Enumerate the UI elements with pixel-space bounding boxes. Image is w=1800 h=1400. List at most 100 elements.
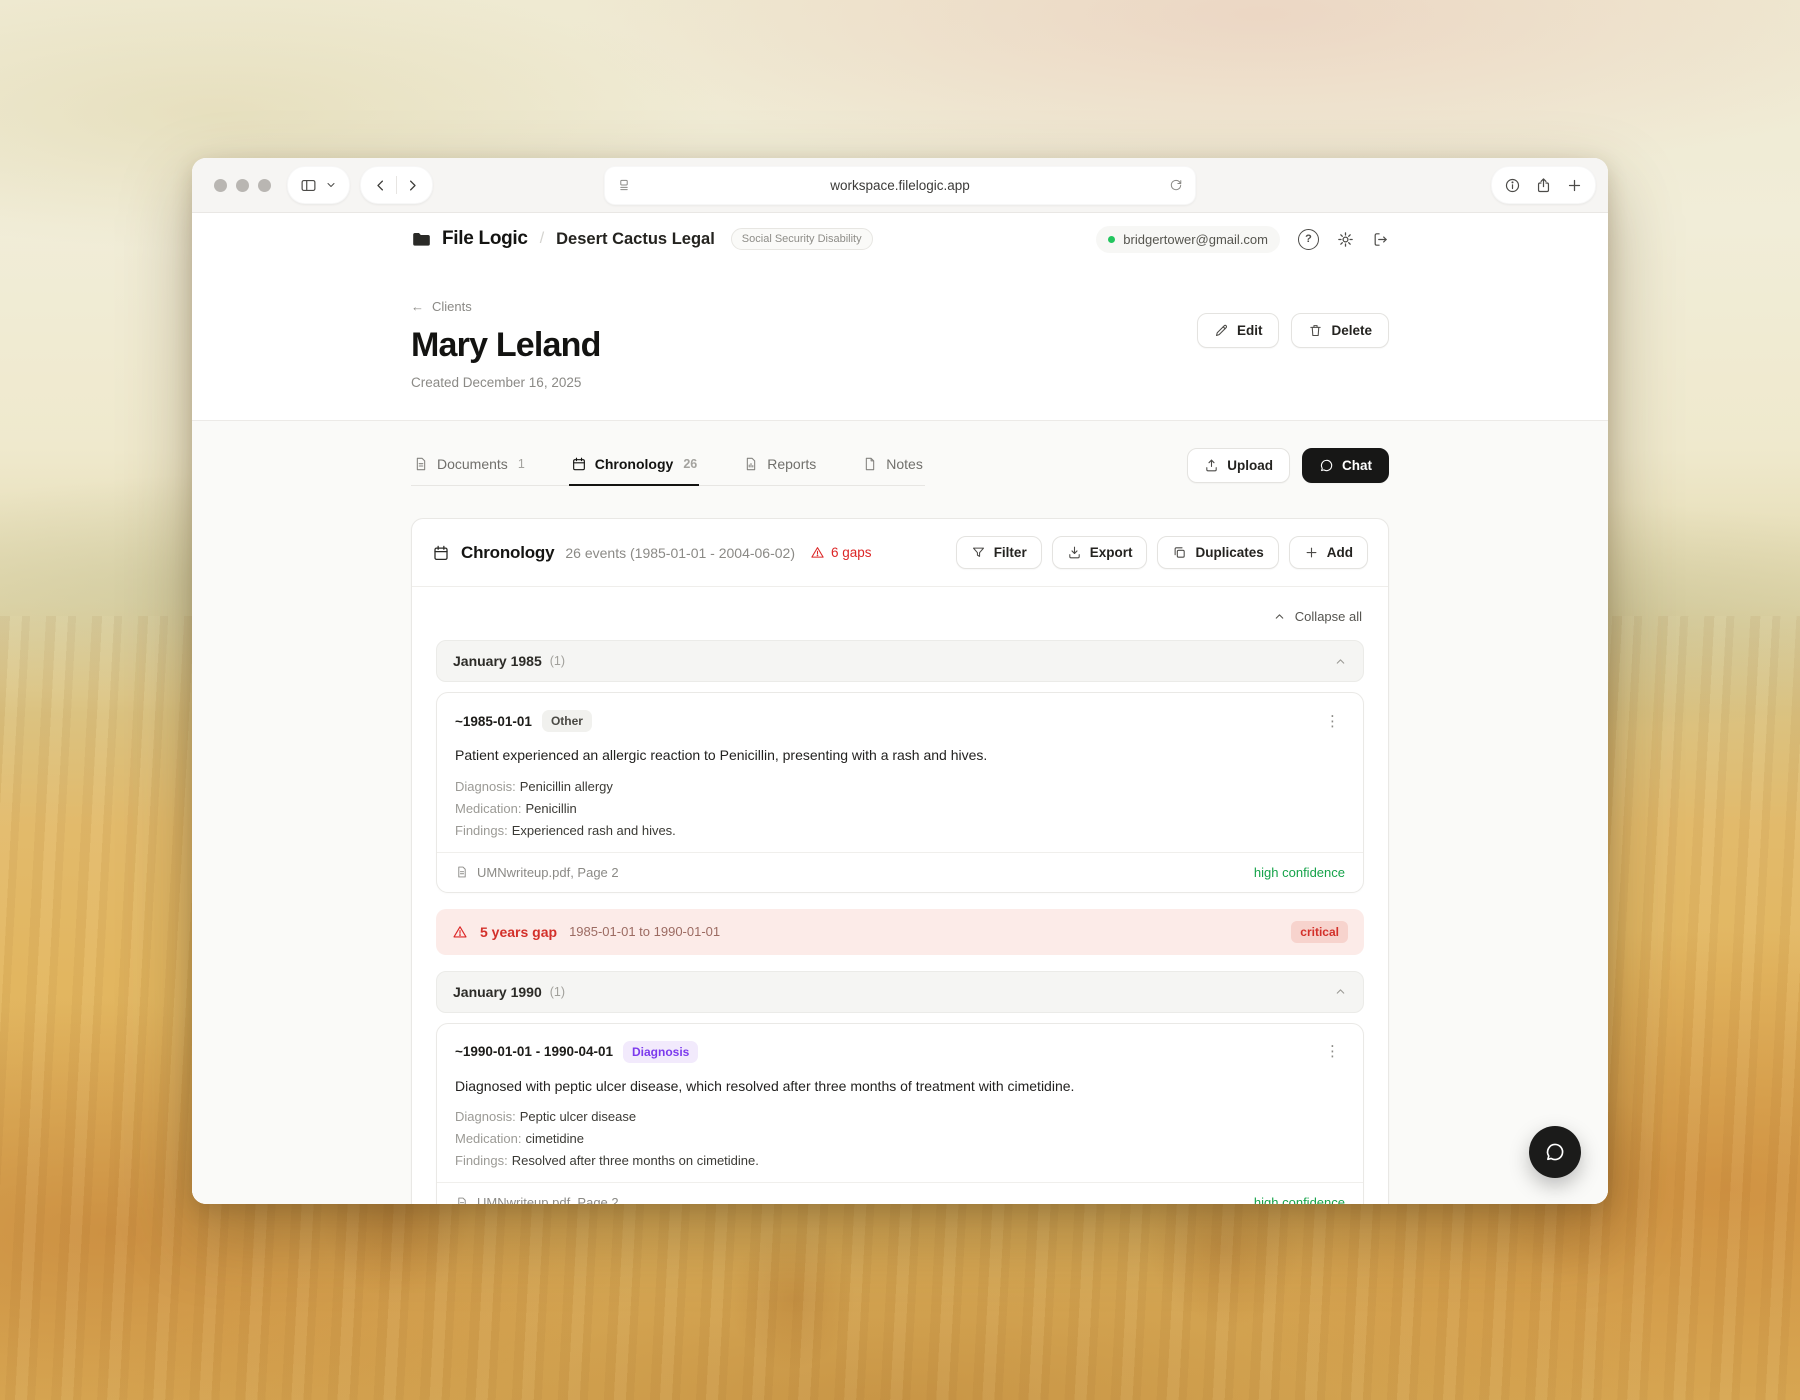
delete-button[interactable]: Delete <box>1291 313 1389 348</box>
sidebar-toggle-icon[interactable] <box>300 177 317 194</box>
timeline: Collapse all January 1985 (1) ~1985-01-0… <box>412 587 1388 1204</box>
window-close-button[interactable] <box>214 179 227 192</box>
event-date: ~1985-01-01 <box>455 714 532 729</box>
tabs-row: Documents 1 Chronology 26 Reports N <box>411 445 1389 486</box>
window-minimize-button[interactable] <box>236 179 249 192</box>
event-type-badge: Other <box>542 710 592 732</box>
page-head-section: ← Clients Mary Leland Created December 1… <box>192 265 1608 421</box>
kebab-menu-icon[interactable]: ⋮ <box>1321 712 1345 731</box>
trash-icon <box>1308 323 1323 338</box>
created-date: Created December 16, 2025 <box>411 375 601 390</box>
back-link-label: Clients <box>432 299 472 314</box>
address-bar[interactable]: workspace.filelogic.app <box>604 166 1196 205</box>
tab-notes[interactable]: Notes <box>860 445 925 485</box>
new-tab-icon[interactable] <box>1566 177 1583 194</box>
chevron-up-icon <box>1273 610 1286 623</box>
gear-icon[interactable] <box>1337 231 1354 248</box>
note-icon <box>862 456 878 472</box>
gap-alert: 5 years gap 1985-01-01 to 1990-01-01 cri… <box>436 909 1364 955</box>
chat-fab-button[interactable] <box>1529 1126 1581 1178</box>
event-type-badge: Diagnosis <box>623 1041 698 1063</box>
tab-documents[interactable]: Documents 1 <box>411 445 527 485</box>
content-region: Documents 1 Chronology 26 Reports N <box>192 421 1608 1204</box>
download-icon <box>1067 545 1082 560</box>
events-summary: 26 events (1985-01-01 - 2004-06-02) <box>565 545 795 561</box>
tab-actions: Upload Chat <box>1187 448 1389 483</box>
folder-logo-icon <box>411 229 432 250</box>
breadcrumb: File Logic / Desert Cactus Legal Social … <box>411 228 873 250</box>
export-button[interactable]: Export <box>1052 536 1148 569</box>
tab-reports[interactable]: Reports <box>741 445 818 485</box>
event-field-findings: Findings:Resolved after three months on … <box>455 1153 1345 1168</box>
app-logo-text[interactable]: File Logic <box>442 228 528 250</box>
event-card: ~1985-01-01 Other ⋮ Patient experienced … <box>436 692 1364 893</box>
chronology-panel-header: Chronology 26 events (1985-01-01 - 2004-… <box>412 519 1388 587</box>
panel-actions: Filter Export Duplicates Add <box>956 536 1368 569</box>
confidence-badge: high confidence <box>1254 1195 1345 1204</box>
source-document-link[interactable]: UMNwriteup.pdf, Page 2 <box>455 1195 619 1204</box>
gaps-indicator[interactable]: 6 gaps <box>810 545 872 560</box>
report-icon <box>743 456 759 472</box>
back-icon[interactable] <box>373 178 388 193</box>
url-text: workspace.filelogic.app <box>631 178 1169 193</box>
tab-chronology[interactable]: Chronology 26 <box>569 445 699 485</box>
chat-button[interactable]: Chat <box>1302 448 1389 483</box>
calendar-icon <box>571 456 587 472</box>
info-icon[interactable] <box>1504 177 1521 194</box>
header-actions: bridgertower@gmail.com ? <box>1096 226 1389 253</box>
tab-count: 26 <box>683 457 697 471</box>
upload-button[interactable]: Upload <box>1187 448 1290 483</box>
workspace-type-badge: Social Security Disability <box>731 228 873 250</box>
duplicates-button[interactable]: Duplicates <box>1157 536 1278 569</box>
window-zoom-button[interactable] <box>258 179 271 192</box>
chevron-up-icon <box>1334 655 1347 668</box>
browser-toolbar: workspace.filelogic.app <box>192 158 1608 213</box>
confidence-badge: high confidence <box>1254 865 1345 880</box>
edit-button[interactable]: Edit <box>1197 313 1280 348</box>
logout-icon[interactable] <box>1372 231 1389 248</box>
account-email: bridgertower@gmail.com <box>1123 232 1268 247</box>
event-field-diagnosis: Diagnosis:Penicillin allergy <box>455 779 1345 794</box>
month-group-header[interactable]: January 1985 (1) <box>436 640 1364 682</box>
event-field-medication: Medication:Penicillin <box>455 801 1345 816</box>
app-header: File Logic / Desert Cactus Legal Social … <box>411 213 1389 265</box>
chevron-down-icon[interactable] <box>325 179 337 191</box>
account-pill[interactable]: bridgertower@gmail.com <box>1096 226 1280 253</box>
workspace-name[interactable]: Desert Cactus Legal <box>556 230 715 249</box>
app-page: File Logic / Desert Cactus Legal Social … <box>192 213 1608 1204</box>
nav-control-group <box>360 166 433 204</box>
month-group-header[interactable]: January 1990 (1) <box>436 971 1364 1013</box>
source-document-link[interactable]: UMNwriteup.pdf, Page 2 <box>455 865 619 880</box>
chronology-panel: Chronology 26 events (1985-01-01 - 2004-… <box>411 518 1389 1204</box>
sidebar-control-group <box>287 166 350 204</box>
reload-icon[interactable] <box>1169 178 1183 192</box>
window-controls <box>214 179 271 192</box>
gap-severity-badge: critical <box>1291 921 1348 943</box>
back-to-clients-link[interactable]: ← Clients <box>411 299 472 314</box>
divider <box>396 176 397 194</box>
online-status-dot <box>1108 236 1115 243</box>
event-summary: Diagnosed with peptic ulcer disease, whi… <box>455 1077 1345 1097</box>
kebab-menu-icon[interactable]: ⋮ <box>1321 1042 1345 1061</box>
back-arrow-icon: ← <box>411 299 424 314</box>
add-button[interactable]: Add <box>1289 536 1368 569</box>
share-icon[interactable] <box>1535 177 1552 194</box>
tab-strip: Documents 1 Chronology 26 Reports N <box>411 445 925 486</box>
chevron-up-icon <box>1334 985 1347 998</box>
browser-actions-group <box>1491 166 1596 204</box>
event-field-diagnosis: Diagnosis:Peptic ulcer disease <box>455 1109 1345 1124</box>
collapse-all-button[interactable]: Collapse all <box>1273 609 1362 624</box>
page-title-block: ← Clients Mary Leland Created December 1… <box>411 299 601 390</box>
event-field-findings: Findings:Experienced rash and hives. <box>455 823 1345 838</box>
tab-count: 1 <box>518 457 525 471</box>
breadcrumb-separator: / <box>540 230 544 248</box>
chat-bubble-icon <box>1319 458 1334 473</box>
reader-view-icon[interactable] <box>617 178 631 192</box>
copy-icon <box>1172 545 1187 560</box>
calendar-icon <box>432 544 450 562</box>
warning-triangle-icon <box>452 924 468 940</box>
forward-icon[interactable] <box>405 178 420 193</box>
filter-button[interactable]: Filter <box>956 536 1042 569</box>
help-icon[interactable]: ? <box>1298 229 1319 250</box>
page-actions: Edit Delete <box>1197 313 1389 390</box>
